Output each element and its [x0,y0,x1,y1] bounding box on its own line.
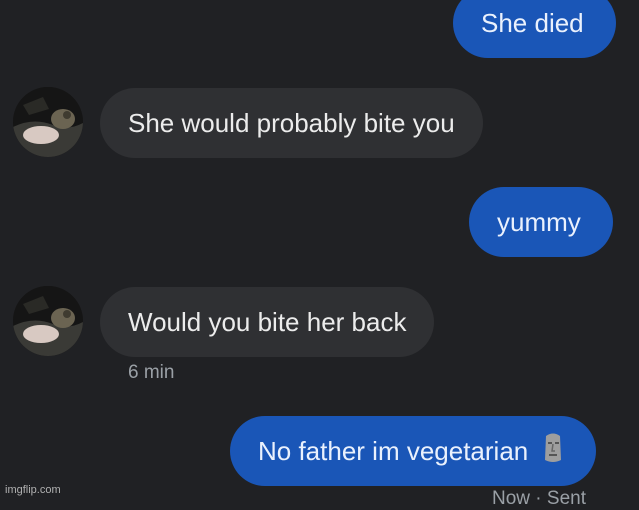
message-text: She died [481,7,584,38]
received-message-bubble[interactable]: Would you bite her back [100,287,435,357]
received-message-bubble[interactable]: She would probably bite you [100,88,483,158]
message-text: She would probably bite you [128,107,455,138]
sent-message-bubble[interactable]: yummy [469,187,613,257]
moai-icon [542,432,564,471]
contact-avatar[interactable] [13,286,83,356]
message-text: No father im vegetarian [258,435,529,466]
avatar-photo [13,87,83,157]
sent-message-bubble[interactable]: No father im vegetarian [230,416,597,486]
message-text: Would you bite her back [128,306,407,337]
avatar-photo [13,286,83,356]
sent-message-bubble[interactable]: She died [453,0,616,58]
delivery-status: Now · Sent [492,488,586,509]
message-text: yummy [497,206,581,237]
watermark: imgflip.com [5,484,61,496]
contact-avatar[interactable] [13,87,83,157]
message-timestamp: 6 min [128,362,175,383]
